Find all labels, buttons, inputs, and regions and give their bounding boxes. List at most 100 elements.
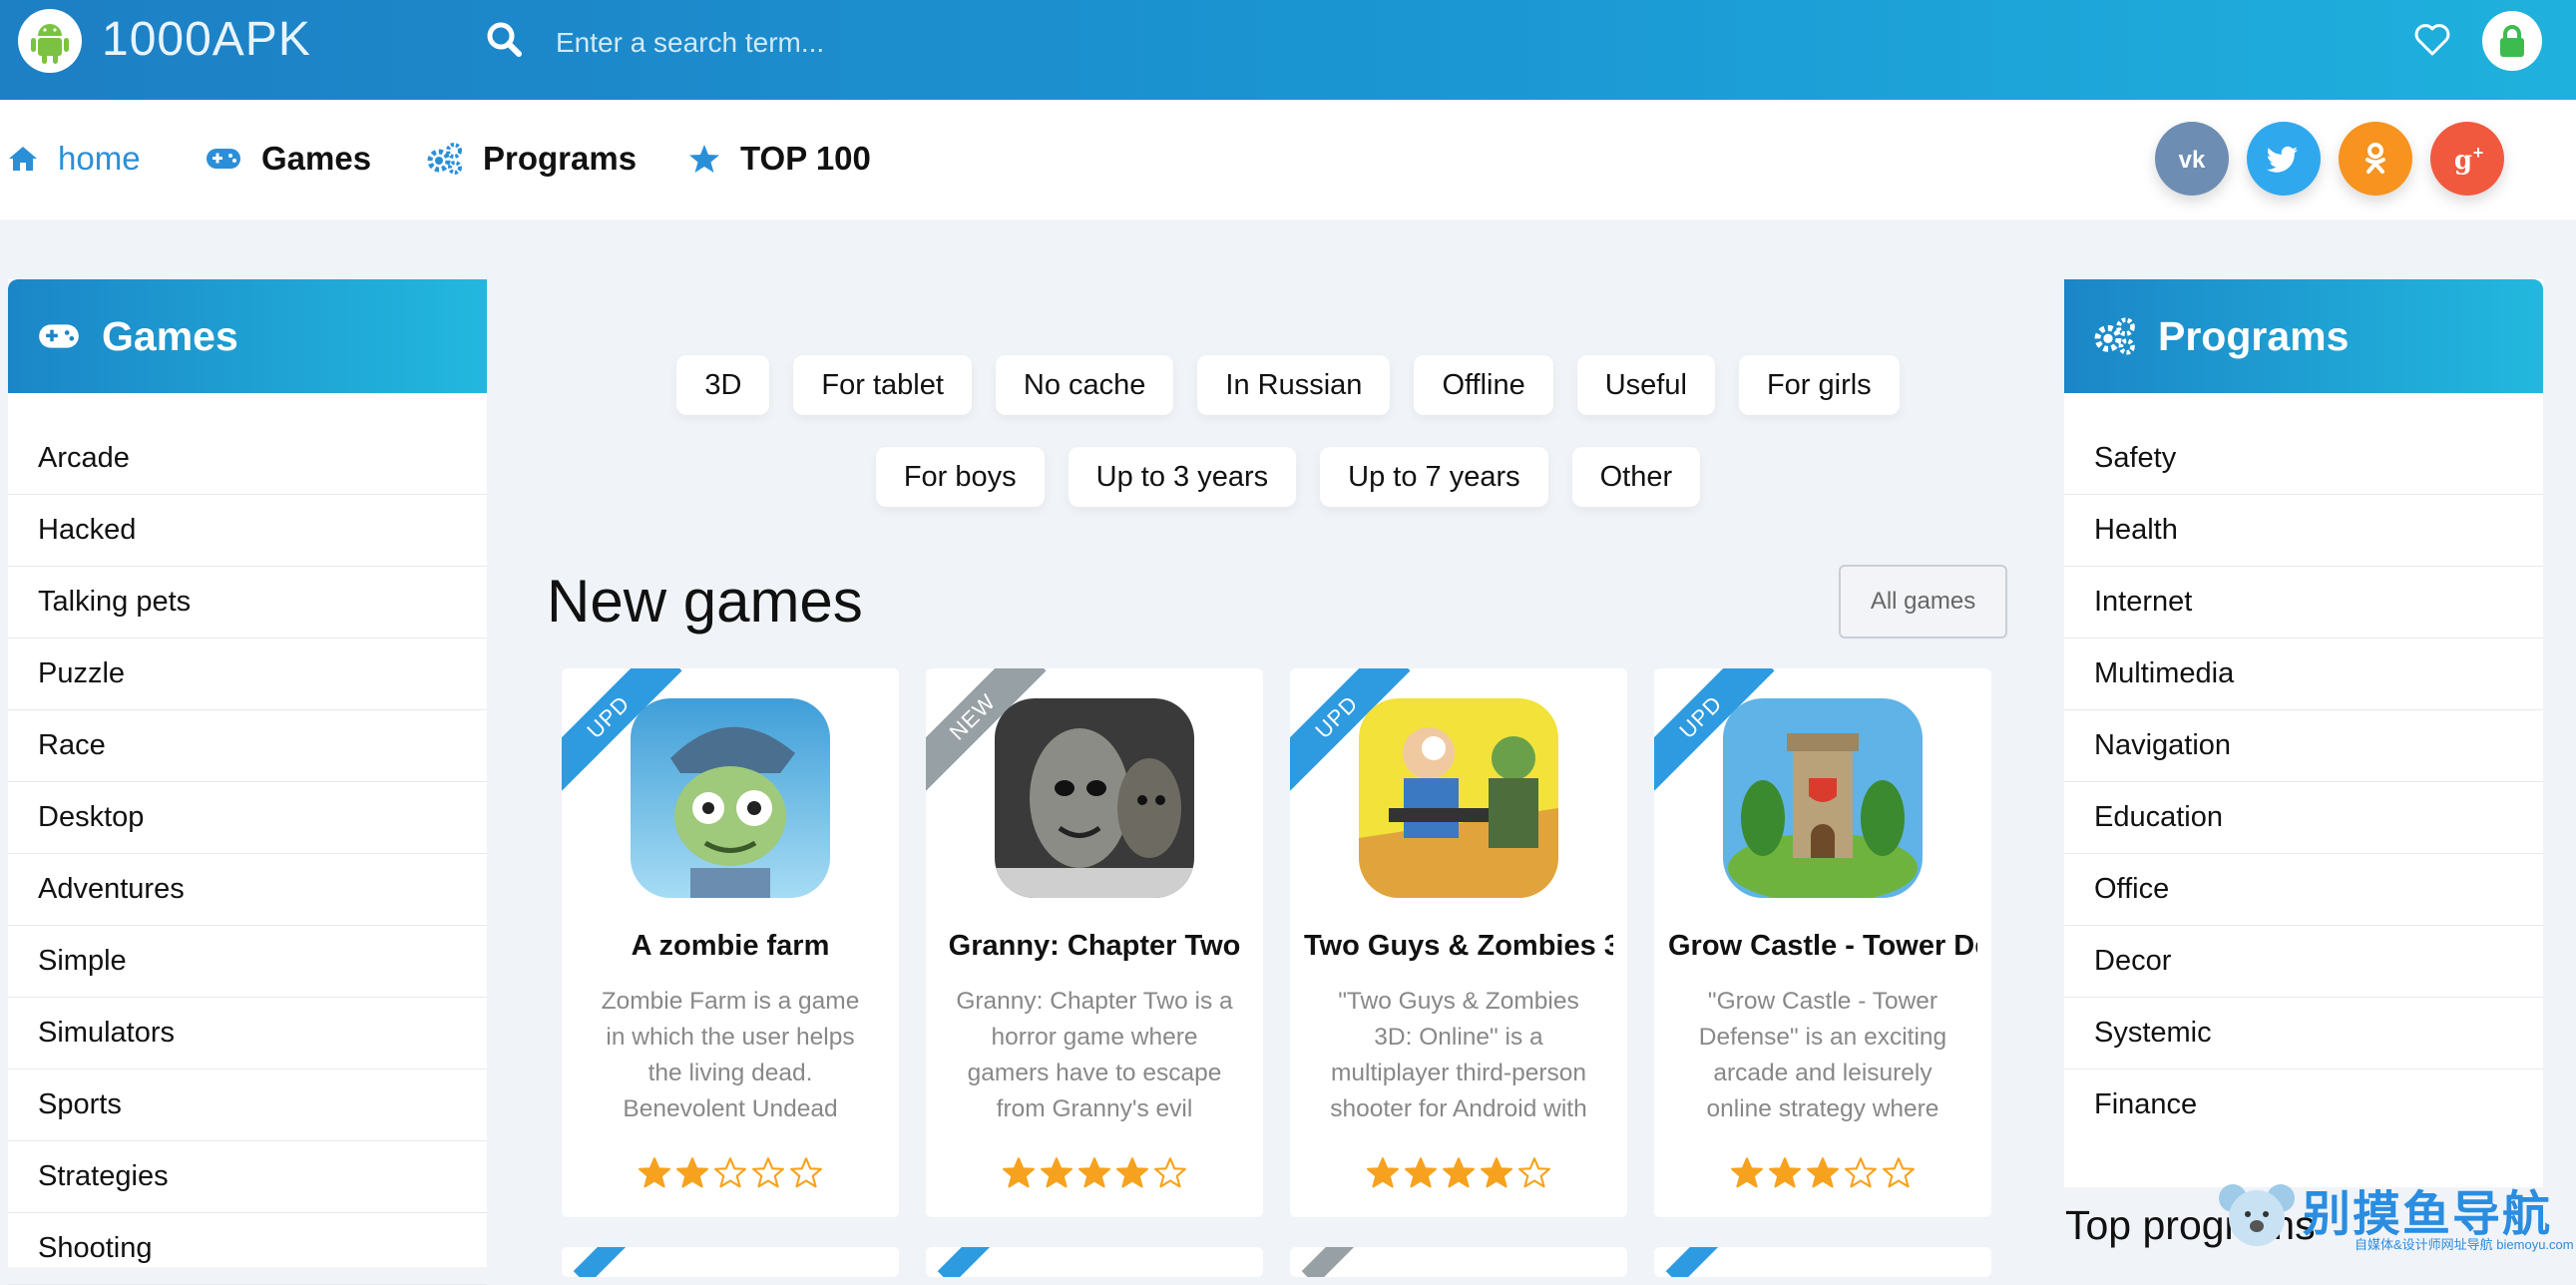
app-icon[interactable] [1359, 698, 1558, 898]
game-card[interactable]: UPD Two Guys & Zombies 3D "Two Guys & Zo… [1290, 668, 1627, 1217]
game-card-partial[interactable] [562, 1247, 899, 1277]
category-office[interactable]: Office [2064, 854, 2543, 926]
star-filled-icon[interactable] [1442, 1155, 1476, 1189]
star-filled-icon[interactable] [1115, 1155, 1149, 1189]
category-sports[interactable]: Sports [8, 1070, 487, 1141]
card-description: "Two Guys & Zombies 3D: Online" is a mul… [1330, 988, 1587, 1122]
nav-programs-label: Programs [483, 140, 638, 177]
star-empty-icon[interactable] [751, 1155, 785, 1189]
game-card-partial[interactable] [926, 1247, 1263, 1277]
star-empty-icon[interactable] [1153, 1155, 1187, 1189]
watermark: 别摸鱼导航 自媒体&设计师网址导航 biemoyu.com [2215, 1172, 2574, 1261]
star-filled-icon[interactable] [1730, 1155, 1764, 1189]
star-filled-icon[interactable] [638, 1155, 671, 1189]
google-plus-button[interactable]: g + [2430, 122, 2504, 196]
tag-row-1: 3D For tablet No cache In Russian Offlin… [0, 355, 2576, 415]
app-icon[interactable] [1723, 698, 1923, 898]
svg-text:g: g [2454, 146, 2472, 176]
app-icon[interactable] [631, 698, 830, 898]
games-panel: Games Arcade Hacked Talking pets Puzzle … [8, 279, 487, 1285]
nav-programs[interactable]: Programs [427, 136, 637, 182]
nav-games[interactable]: Games [206, 136, 371, 182]
android-logo-icon[interactable] [18, 9, 82, 73]
category-systemic[interactable]: Systemic [2064, 998, 2543, 1070]
rating-stars [926, 1155, 1263, 1189]
card-description: Granny: Chapter Two is a horror game whe… [956, 988, 1233, 1122]
nav-top100[interactable]: TOP 100 [688, 136, 871, 182]
main-nav: home Games Programs TOP 100 vk g + [0, 100, 2576, 219]
game-card-partial[interactable] [1654, 1247, 1991, 1277]
tag-in-russian[interactable]: In Russian [1197, 355, 1391, 415]
section-title: New games [547, 568, 863, 635]
tag-for-boys[interactable]: For boys [875, 447, 1045, 507]
login-button[interactable] [2482, 11, 2542, 71]
card-title[interactable]: Granny: Chapter Two [940, 930, 1249, 963]
category-internet[interactable]: Internet [2064, 567, 2543, 639]
heart-icon[interactable] [2412, 20, 2452, 58]
category-multimedia[interactable]: Multimedia [2064, 639, 2543, 710]
card-description: "Grow Castle - Tower Defense" is an exci… [1698, 988, 1947, 1122]
logo-text[interactable]: 1000APK [102, 10, 311, 70]
vk-button[interactable]: vk [2155, 122, 2229, 196]
category-race[interactable]: Race [8, 710, 487, 782]
star-empty-icon[interactable] [789, 1155, 823, 1189]
odnoklassniki-icon [2365, 143, 2385, 174]
category-simulators[interactable]: Simulators [8, 998, 487, 1070]
game-card[interactable]: UPD A zombie farm Zombie Farm is a game … [562, 668, 899, 1217]
category-desktop[interactable]: Desktop [8, 782, 487, 854]
category-adventures[interactable]: Adventures [8, 854, 487, 926]
category-talking-pets[interactable]: Talking pets [8, 567, 487, 639]
star-empty-icon[interactable] [1882, 1155, 1916, 1189]
card-title[interactable]: A zombie farm [576, 930, 885, 963]
search-icon[interactable] [485, 20, 525, 60]
card-badge [1301, 1247, 1359, 1277]
game-card[interactable]: NEW Granny: Chapter Two Granny: Chapter … [926, 668, 1263, 1217]
gears-icon [427, 143, 462, 175]
nav-home[interactable]: home [8, 136, 141, 182]
watermark-subtext: 自媒体&设计师网址导航 biemoyu.com [2355, 1237, 2574, 1252]
category-finance[interactable]: Finance [2064, 1070, 2543, 1140]
star-filled-icon[interactable] [1077, 1155, 1111, 1189]
category-strategies[interactable]: Strategies [8, 1141, 487, 1213]
star-filled-icon[interactable] [675, 1155, 709, 1189]
star-empty-icon[interactable] [713, 1155, 747, 1189]
tag-up-to-3[interactable]: Up to 3 years [1068, 447, 1297, 507]
rating-stars [1290, 1155, 1627, 1189]
google-plus-icon: g + [2454, 143, 2483, 176]
all-games-button[interactable]: All games [1839, 565, 2007, 639]
star-filled-icon[interactable] [1040, 1155, 1073, 1189]
nav-top100-label: TOP 100 [740, 140, 871, 177]
star-empty-icon[interactable] [1517, 1155, 1551, 1189]
tag-other[interactable]: Other [1571, 447, 1701, 507]
tag-for-tablet[interactable]: For tablet [793, 355, 972, 415]
category-shooting[interactable]: Shooting [8, 1213, 487, 1285]
app-icon[interactable] [995, 698, 1194, 898]
tag-3d[interactable]: 3D [676, 355, 770, 415]
category-puzzle[interactable]: Puzzle [8, 639, 487, 710]
tag-useful[interactable]: Useful [1576, 355, 1715, 415]
svg-text:vk: vk [2179, 147, 2206, 174]
star-filled-icon[interactable] [1002, 1155, 1036, 1189]
tag-up-to-7[interactable]: Up to 7 years [1320, 447, 1548, 507]
category-simple[interactable]: Simple [8, 926, 487, 998]
card-title[interactable]: Two Guys & Zombies 3D [1304, 930, 1613, 963]
search-input[interactable] [554, 14, 2054, 72]
category-decor[interactable]: Decor [2064, 926, 2543, 998]
twitter-button[interactable] [2247, 122, 2321, 196]
gamepad-icon [207, 149, 240, 169]
category-navigation[interactable]: Navigation [2064, 710, 2543, 782]
star-empty-icon[interactable] [1844, 1155, 1878, 1189]
card-title[interactable]: Grow Castle - Tower Defense [1668, 930, 1977, 963]
star-filled-icon[interactable] [1768, 1155, 1802, 1189]
star-filled-icon[interactable] [1806, 1155, 1840, 1189]
tag-no-cache[interactable]: No cache [995, 355, 1174, 415]
game-card[interactable]: UPD Grow Castle - Tower Defense "Grow Ca… [1654, 668, 1991, 1217]
star-filled-icon[interactable] [1480, 1155, 1513, 1189]
odnoklassniki-button[interactable] [2339, 122, 2412, 196]
tag-offline[interactable]: Offline [1414, 355, 1553, 415]
star-filled-icon[interactable] [1404, 1155, 1438, 1189]
star-filled-icon[interactable] [1366, 1155, 1400, 1189]
game-card-partial[interactable] [1290, 1247, 1627, 1277]
tag-for-girls[interactable]: For girls [1738, 355, 1900, 415]
category-education[interactable]: Education [2064, 782, 2543, 854]
